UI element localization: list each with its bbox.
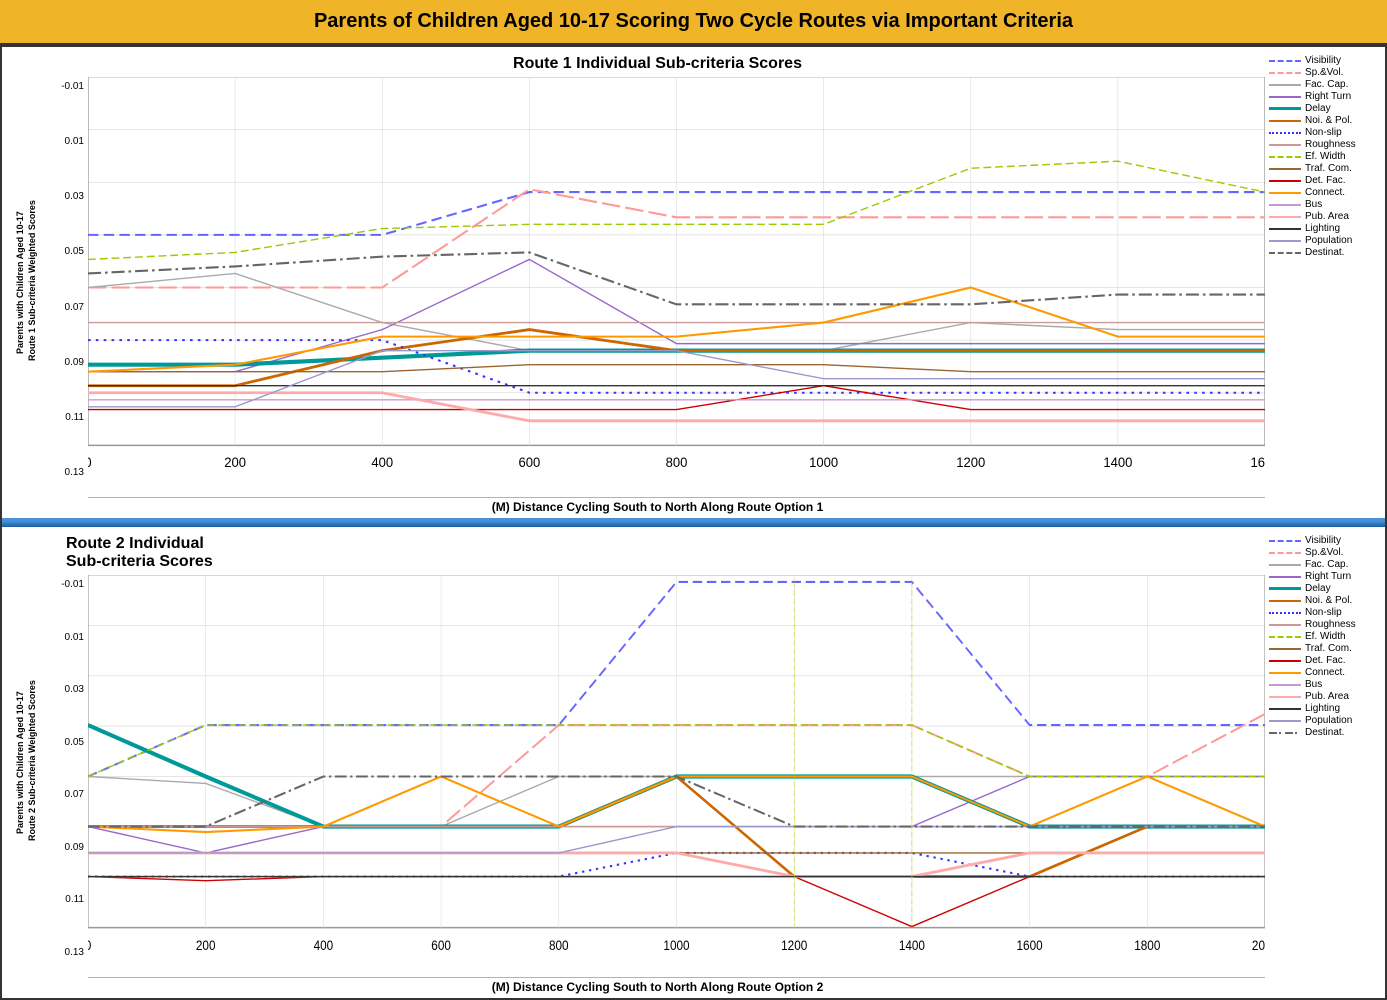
chart2-body: Route 2 IndividualSub-criteria Scores 0.… bbox=[50, 527, 1265, 998]
chart1-title: Route 1 Individual Sub-criteria Scores bbox=[50, 47, 1265, 77]
legend2-destinat: Destinat. bbox=[1269, 727, 1377, 738]
chart2-title: Route 2 IndividualSub-criteria Scores bbox=[50, 527, 1265, 575]
legend1-population: Population bbox=[1269, 235, 1377, 246]
svg-text:400: 400 bbox=[371, 455, 393, 471]
svg-text:200: 200 bbox=[224, 455, 246, 471]
chart2-y-label1: Parents with Children Aged 10-17 bbox=[15, 691, 25, 834]
chart2-y-ticks: 0.13 0.11 0.09 0.07 0.05 0.03 0.01 -0.01 bbox=[50, 575, 88, 978]
chart2-svg: 0 200 400 600 800 1000 1200 1400 1600 18… bbox=[88, 575, 1265, 978]
legend1-rightturn: Right Turn bbox=[1269, 91, 1377, 102]
svg-text:0: 0 bbox=[88, 937, 91, 953]
svg-text:1400: 1400 bbox=[899, 937, 925, 953]
main-title: Parents of Children Aged 10-17 Scoring T… bbox=[0, 0, 1387, 45]
svg-text:1200: 1200 bbox=[781, 937, 807, 953]
svg-text:1600: 1600 bbox=[1017, 937, 1043, 953]
main-container: Parents of Children Aged 10-17 Scoring T… bbox=[0, 0, 1387, 1000]
svg-text:1600: 1600 bbox=[1250, 455, 1265, 471]
chart2-canvas: 0.13 0.11 0.09 0.07 0.05 0.03 0.01 -0.01 bbox=[50, 575, 1265, 978]
chart1-y-label2: Route 1 Sub-criteria Weighted Scores bbox=[27, 200, 37, 361]
svg-text:400: 400 bbox=[314, 937, 334, 953]
legend2-nonslip: Non-slip bbox=[1269, 607, 1377, 618]
legend1-nonslip: Non-slip bbox=[1269, 127, 1377, 138]
chart2-section: Parents with Children Aged 10-17 Route 2… bbox=[2, 527, 1385, 998]
chart2-y-label2: Route 2 Sub-criteria Weighted Scores bbox=[27, 680, 37, 841]
svg-text:1000: 1000 bbox=[809, 455, 838, 471]
chart2-svg-container: 0 200 400 600 800 1000 1200 1400 1600 18… bbox=[88, 575, 1265, 978]
svg-text:1400: 1400 bbox=[1103, 455, 1132, 471]
svg-text:600: 600 bbox=[518, 455, 540, 471]
legend1-faccap: Fac. Cap. bbox=[1269, 79, 1377, 90]
chart1-section: Parents with Children Aged 10-17 Route 1… bbox=[2, 47, 1385, 521]
chart2-y-axis-label: Parents with Children Aged 10-17 Route 2… bbox=[2, 527, 50, 998]
legend1-noi: Noi. & Pol. bbox=[1269, 115, 1377, 126]
chart1-svg-container: 0 200 400 600 800 1000 1200 1400 1600 bbox=[88, 77, 1265, 498]
legend1-lighting: Lighting bbox=[1269, 223, 1377, 234]
chart1-body: Route 1 Individual Sub-criteria Scores 0… bbox=[50, 47, 1265, 518]
legend2-detfac: Det. Fac. bbox=[1269, 655, 1377, 666]
charts-area: Parents with Children Aged 10-17 Route 1… bbox=[0, 45, 1387, 1000]
legend1-traffcom: Traf. Com. bbox=[1269, 163, 1377, 174]
legend1-bus: Bus bbox=[1269, 199, 1377, 210]
svg-text:600: 600 bbox=[431, 937, 451, 953]
legend2-faccap: Fac. Cap. bbox=[1269, 559, 1377, 570]
legend2-traffcom: Traf. Com. bbox=[1269, 643, 1377, 654]
chart1-x-label: (M) Distance Cycling South to North Alon… bbox=[50, 498, 1265, 518]
legend1-destinat: Destinat. bbox=[1269, 247, 1377, 258]
legend1-roughness: Roughness bbox=[1269, 139, 1377, 150]
legend1-connect: Connect. bbox=[1269, 187, 1377, 198]
svg-text:200: 200 bbox=[196, 937, 216, 953]
legend2-rightturn: Right Turn bbox=[1269, 571, 1377, 582]
chart1-canvas: 0.13 0.11 0.09 0.07 0.05 0.03 0.01 -0.01 bbox=[50, 77, 1265, 498]
legend2-pubarea: Pub. Area bbox=[1269, 691, 1377, 702]
chart1-y-axis-label: Parents with Children Aged 10-17 Route 1… bbox=[2, 47, 50, 518]
svg-text:1000: 1000 bbox=[663, 937, 689, 953]
legend1-pubarea: Pub. Area bbox=[1269, 211, 1377, 222]
chart1-y-label1: Parents with Children Aged 10-17 bbox=[15, 211, 25, 354]
legend2-bus: Bus bbox=[1269, 679, 1377, 690]
legend1-efwidth: Ef. Width bbox=[1269, 151, 1377, 162]
legend2-visibility: Visibility bbox=[1269, 535, 1377, 546]
chart1-y-ticks: 0.13 0.11 0.09 0.07 0.05 0.03 0.01 -0.01 bbox=[50, 77, 88, 498]
legend2-noi: Noi. & Pol. bbox=[1269, 595, 1377, 606]
legend2-roughness: Roughness bbox=[1269, 619, 1377, 630]
legend1-delay: Delay bbox=[1269, 103, 1377, 114]
legend1-visibility: Visibility bbox=[1269, 55, 1377, 66]
svg-text:2000: 2000 bbox=[1252, 937, 1265, 953]
chart2-legend: Visibility Sp.&Vol. Fac. Cap. Right Turn… bbox=[1265, 527, 1385, 998]
svg-text:1800: 1800 bbox=[1134, 937, 1160, 953]
svg-text:1200: 1200 bbox=[956, 455, 985, 471]
legend2-lighting: Lighting bbox=[1269, 703, 1377, 714]
svg-text:0: 0 bbox=[88, 455, 92, 471]
legend2-efwidth: Ef. Width bbox=[1269, 631, 1377, 642]
svg-text:800: 800 bbox=[549, 937, 569, 953]
legend1-detfac: Det. Fac. bbox=[1269, 175, 1377, 186]
legend1-spvol: Sp.&Vol. bbox=[1269, 67, 1377, 78]
legend2-population: Population bbox=[1269, 715, 1377, 726]
chart1-svg: 0 200 400 600 800 1000 1200 1400 1600 bbox=[88, 77, 1265, 498]
legend2-delay: Delay bbox=[1269, 583, 1377, 594]
legend2-spvol: Sp.&Vol. bbox=[1269, 547, 1377, 558]
svg-text:800: 800 bbox=[666, 455, 688, 471]
legend2-connect: Connect. bbox=[1269, 667, 1377, 678]
chart1-legend: Visibility Sp.&Vol. Fac. Cap. Right Turn… bbox=[1265, 47, 1385, 518]
chart2-x-label: (M) Distance Cycling South to North Alon… bbox=[50, 978, 1265, 998]
